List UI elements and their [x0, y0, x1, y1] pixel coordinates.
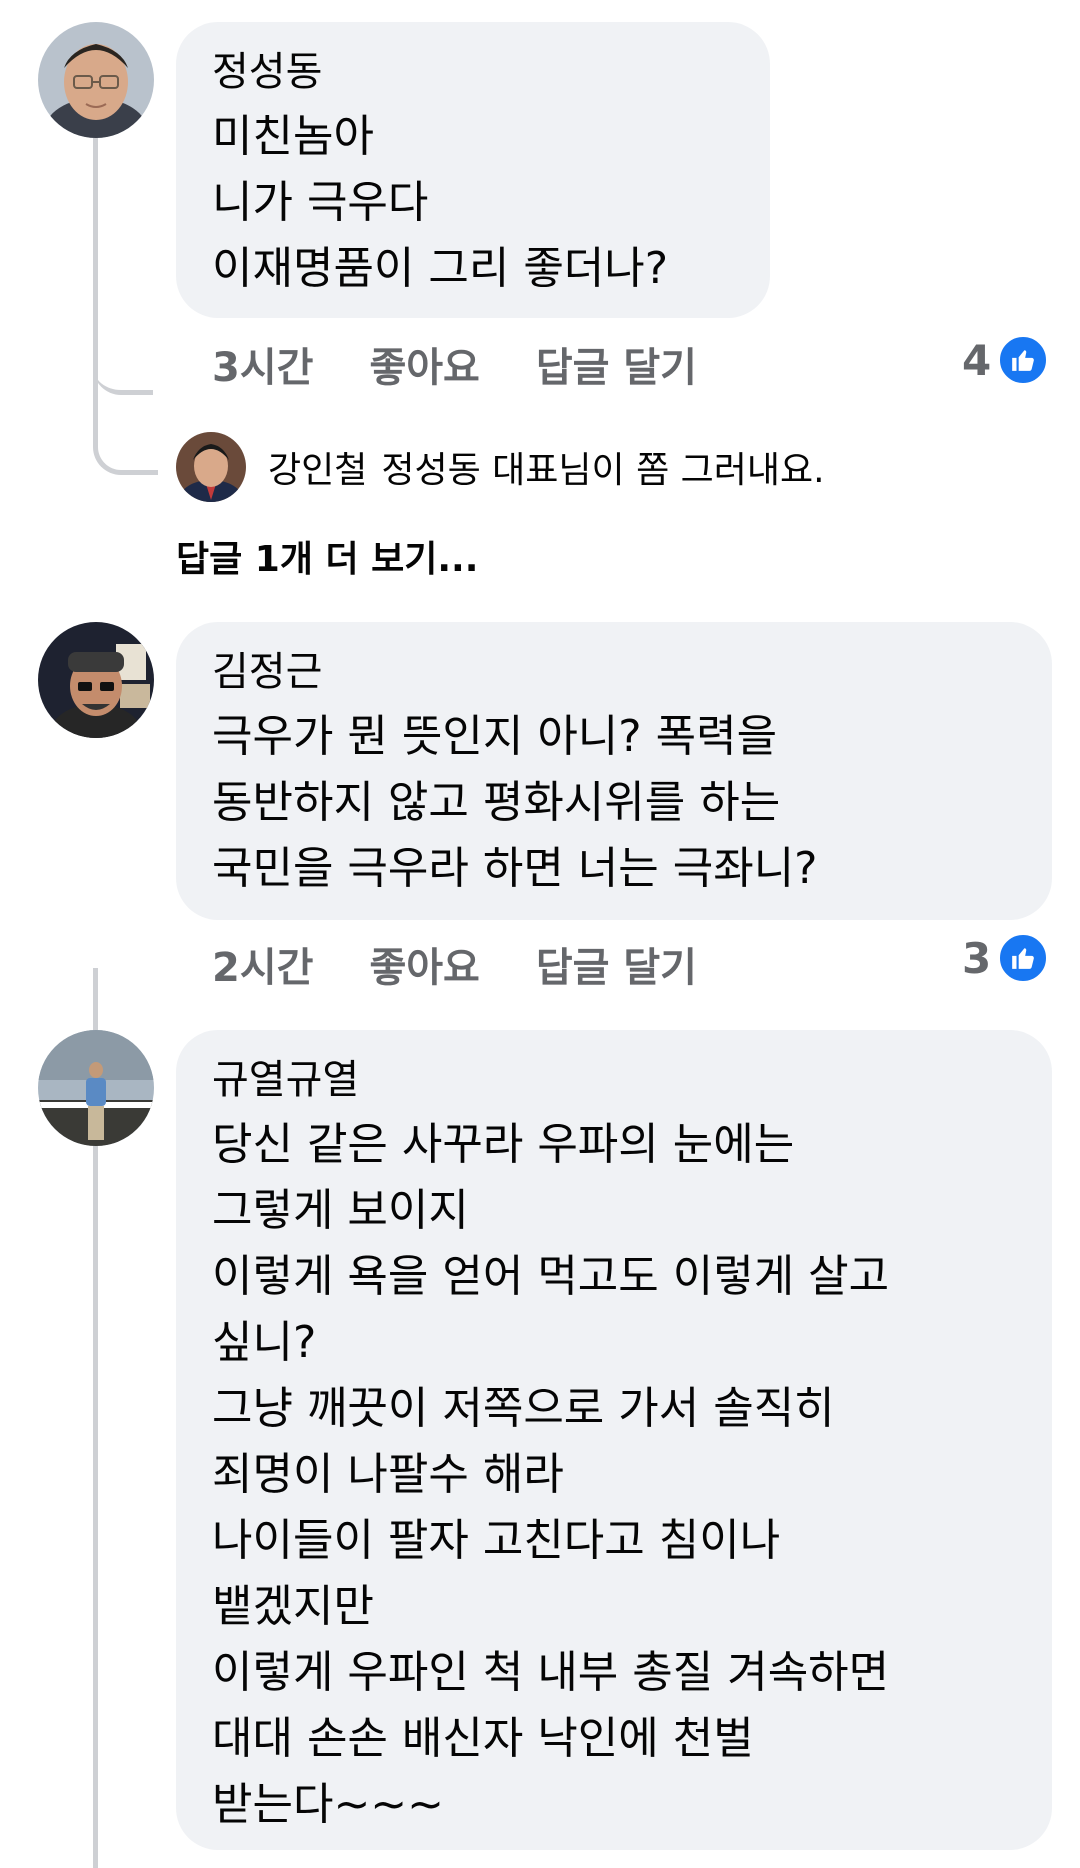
comment-time[interactable]: 2시간	[212, 935, 313, 993]
comment-actions: 2시간 좋아요 답글 달기	[212, 934, 753, 994]
comment-author[interactable]: 김정근	[212, 644, 1016, 700]
comment-text: 미친놈아 니가 극우다 이재명품이 그리 좋더나?	[212, 111, 669, 294]
comment-bubble: 정성동 미친놈아 니가 극우다 이재명품이 그리 좋더나?	[176, 22, 770, 318]
comment-text: 당신 같은 사꾸라 우파의 눈에는 그렇게 보이지 이렇게 욕을 얻어 먹고도 …	[212, 1119, 890, 1830]
view-more-replies-link[interactable]: 답글 1개 더 보기...	[176, 530, 478, 582]
more-replies-connector	[93, 400, 158, 475]
comment-author[interactable]: 규열규열	[212, 1052, 1016, 1108]
like-thumb-icon	[997, 334, 1050, 386]
reply-author[interactable]: 강인철	[268, 450, 367, 491]
reply-text: 강인철 정성동 대표님이 쫌 그러내요.	[268, 441, 825, 493]
avatar[interactable]	[38, 622, 154, 738]
avatar[interactable]	[38, 1030, 154, 1146]
comment-actions: 3시간 좋아요 답글 달기	[212, 334, 753, 394]
reply-button[interactable]: 답글 달기	[536, 935, 697, 993]
comment-bubble: 규열규열 당신 같은 사꾸라 우파의 눈에는 그렇게 보이지 이렇게 욕을 얻어…	[176, 1030, 1052, 1850]
reply-connector	[93, 340, 153, 395]
avatar[interactable]	[38, 22, 154, 138]
like-button[interactable]: 좋아요	[369, 935, 479, 993]
reply-button[interactable]: 답글 달기	[536, 335, 697, 393]
comment-text: 극우가 뭔 뜻인지 아니? 폭력을 동반하지 않고 평화시위를 하는 국민을 극…	[212, 711, 818, 894]
reply-body: 정성동 대표님이 쫌 그러내요.	[381, 450, 825, 491]
reaction-count: 3	[962, 933, 992, 983]
comment-author[interactable]: 정성동	[212, 44, 734, 100]
comment-time[interactable]: 3시간	[212, 335, 313, 393]
avatar[interactable]	[176, 432, 246, 502]
like-thumb-icon	[997, 932, 1050, 984]
reaction-summary[interactable]: 3	[962, 928, 1050, 988]
comment-bubble: 김정근 극우가 뭔 뜻인지 아니? 폭력을 동반하지 않고 평화시위를 하는 국…	[176, 622, 1052, 920]
reaction-summary[interactable]: 4	[962, 330, 1050, 390]
reaction-count: 4	[962, 335, 992, 385]
like-button[interactable]: 좋아요	[369, 335, 479, 393]
reply-item: 강인철 정성동 대표님이 쫌 그러내요.	[176, 432, 825, 502]
